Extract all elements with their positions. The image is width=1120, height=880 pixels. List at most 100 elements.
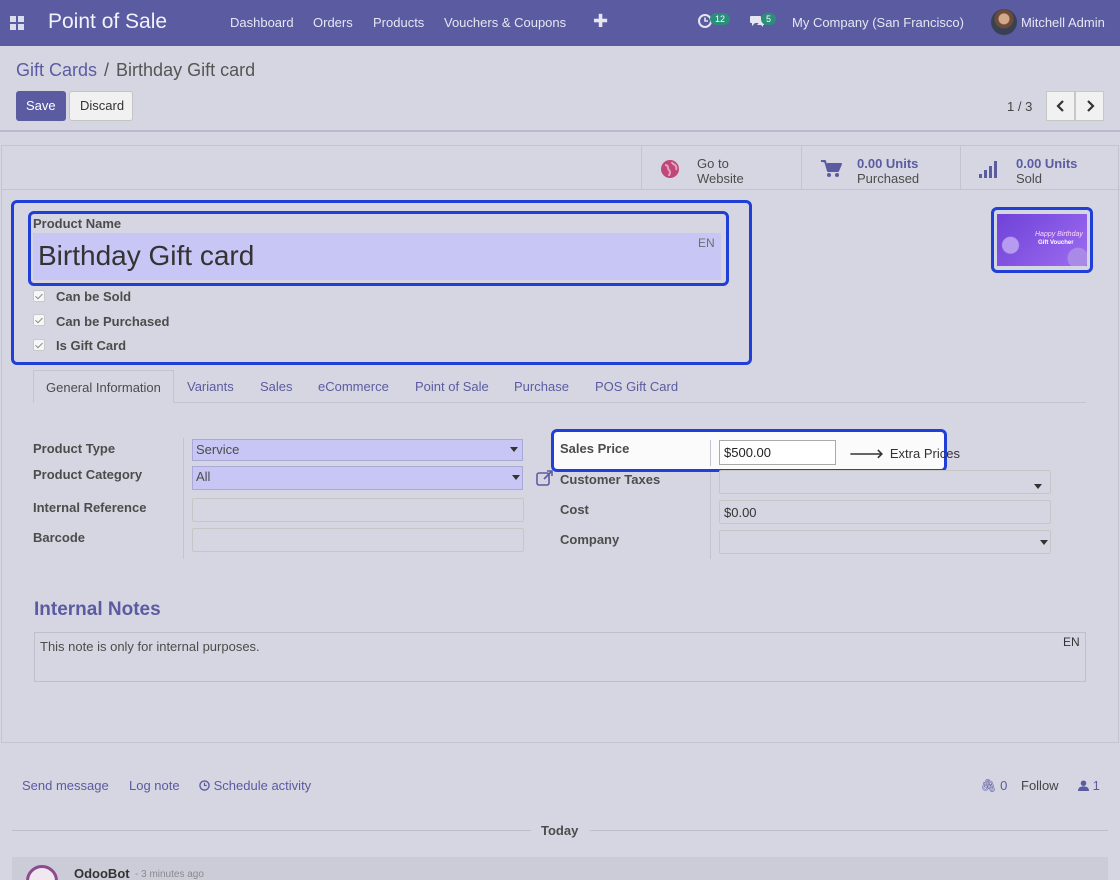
sold-value: 0.00 Units [1016,156,1078,171]
right-group-divider [710,470,711,559]
product-name-input[interactable]: Birthday Gift card [33,233,721,280]
can-be-purchased-label: Can be Purchased [56,314,170,329]
globe-icon [661,160,679,178]
arrow-right-icon: 🡒 [849,446,884,461]
breadcrumb-gift-cards[interactable]: Gift Cards [16,60,97,80]
left-group-divider [183,438,184,559]
purchased-button[interactable]: 0.00 Units Purchased [801,146,961,190]
apps-menu-icon[interactable] [10,16,24,30]
user-avatar[interactable] [991,9,1017,35]
cost-label: Cost [560,502,589,517]
go-to-website-button[interactable]: Go to Website [641,146,801,190]
paperclip-icon: 🖇 [980,778,997,793]
menu-vouchers-coupons[interactable]: Vouchers & Coupons [444,15,566,30]
sales-price-divider [710,440,711,466]
tab-general-information[interactable]: General Information [33,370,174,403]
menu-dashboard[interactable]: Dashboard [230,15,294,30]
product-category-select[interactable]: All [192,466,523,490]
purchased-value: 0.00 Units [857,156,919,171]
internal-reference-label: Internal Reference [33,500,147,515]
user-icon [1078,780,1089,791]
company-label: Company [560,532,620,547]
schedule-activity-label: Schedule activity [213,778,312,793]
tab-point-of-sale[interactable]: Point of Sale [415,370,489,403]
product-type-caret-icon [510,447,518,452]
log-note-button[interactable]: Log note [129,778,180,793]
menu-products[interactable]: Products [373,15,424,30]
tab-purchase[interactable]: Purchase [514,370,569,403]
clock-icon [199,780,210,791]
product-category-caret-icon [512,475,520,480]
barcode-label: Barcode [33,530,86,545]
pager-next-button[interactable] [1075,91,1104,121]
today-divider-left [12,830,531,831]
menu-orders[interactable]: Orders [313,15,353,30]
shopping-cart-icon [821,160,842,177]
app-name[interactable]: Point of Sale [48,10,167,34]
pager-value[interactable]: 1 / 3 [1007,99,1032,114]
tab-variants[interactable]: Variants [187,370,234,403]
chevron-right-icon [1087,100,1095,112]
product-image[interactable]: Happy Birthday Gift Voucher [997,214,1087,266]
message-count-badge: 5 [761,13,777,25]
image-text-gift-voucher: Gift Voucher [1038,240,1074,246]
tab-pos-gift-card[interactable]: POS Gift Card [595,370,678,403]
save-button[interactable]: Save [16,91,66,121]
company-switcher[interactable]: My Company (San Francisco) [792,15,964,30]
internal-notes-title: Internal Notes [34,599,161,620]
is-gift-card-checkbox[interactable] [33,339,45,351]
sold-label: Sold [1016,171,1043,186]
attachments-button[interactable]: 🖇 0 [980,778,1007,794]
followers-button[interactable]: 1 [1078,778,1100,793]
company-caret-icon [1040,540,1048,545]
today-divider-right [590,830,1108,831]
message-author[interactable]: OdooBot [74,866,130,880]
barcode-input[interactable] [192,528,524,552]
pager-previous-button[interactable] [1046,91,1075,121]
product-type-select[interactable]: Service [192,439,523,461]
internal-notes-text: This note is only for internal purposes. [40,639,260,654]
chevron-left-icon [1056,100,1064,112]
attachments-count: 0 [1000,778,1008,793]
schedule-activity-button[interactable]: Schedule activity [199,778,311,793]
cost-input[interactable]: $0.00 [719,500,1051,524]
customer-taxes-label: Customer Taxes [560,472,661,487]
breadcrumb-current: Birthday Gift card [116,60,256,80]
smart-button-box: Go to Website 0.00 Units Purchased 0.00 Un… [2,146,1120,190]
customer-taxes-input[interactable] [719,470,1051,494]
discard-button[interactable]: Discard [69,91,133,121]
notebook-tabs: General Information Variants Sales eComm… [33,370,1086,403]
breadcrumb: Gift Cards / Birthday Gift card [16,60,255,81]
send-message-button[interactable]: Send message [22,778,109,793]
tab-sales[interactable]: Sales [260,370,293,403]
external-link-icon[interactable] [536,469,554,487]
website-line1: Go to [697,156,729,171]
follow-button[interactable]: Follow [1021,778,1059,793]
can-be-sold-checkbox[interactable] [33,290,45,302]
plus-icon[interactable]: ✚ [593,11,608,32]
sold-button[interactable]: 0.00 Units Sold [960,146,1120,190]
product-category-label: Product Category [33,467,143,482]
sales-price-label: Sales Price [560,441,630,456]
is-gift-card-label: Is Gift Card [56,338,127,353]
extra-prices-label: Extra Prices [889,446,960,461]
user-menu[interactable]: Mitchell Admin [1021,15,1105,30]
breadcrumb-separator: / [104,60,110,80]
can-be-purchased-checkbox[interactable] [33,314,45,326]
internal-notes-editor[interactable]: This note is only for internal purposes. [34,632,1086,682]
notes-lang-button[interactable]: EN [1063,635,1080,649]
activity-count-badge: 12 [710,13,731,25]
customer-taxes-caret-icon [1034,484,1042,489]
image-text-happy-birthday: Happy Birthday [1035,231,1083,238]
signal-bars-icon [979,161,997,178]
extra-prices-button[interactable]: 🡒 Extra Prices [849,446,960,462]
sales-price-input[interactable]: $500.00 [719,440,836,465]
internal-reference-input[interactable] [192,498,524,522]
company-input[interactable] [719,530,1051,554]
can-be-sold-label: Can be Sold [56,289,132,304]
control-panel-divider [0,130,1120,132]
tab-ecommerce[interactable]: eCommerce [318,370,389,403]
top-navbar: Point of Sale Dashboard Orders Products … [0,0,1120,46]
product-name-lang-button[interactable]: EN [698,236,715,250]
purchased-label: Purchased [857,171,920,186]
